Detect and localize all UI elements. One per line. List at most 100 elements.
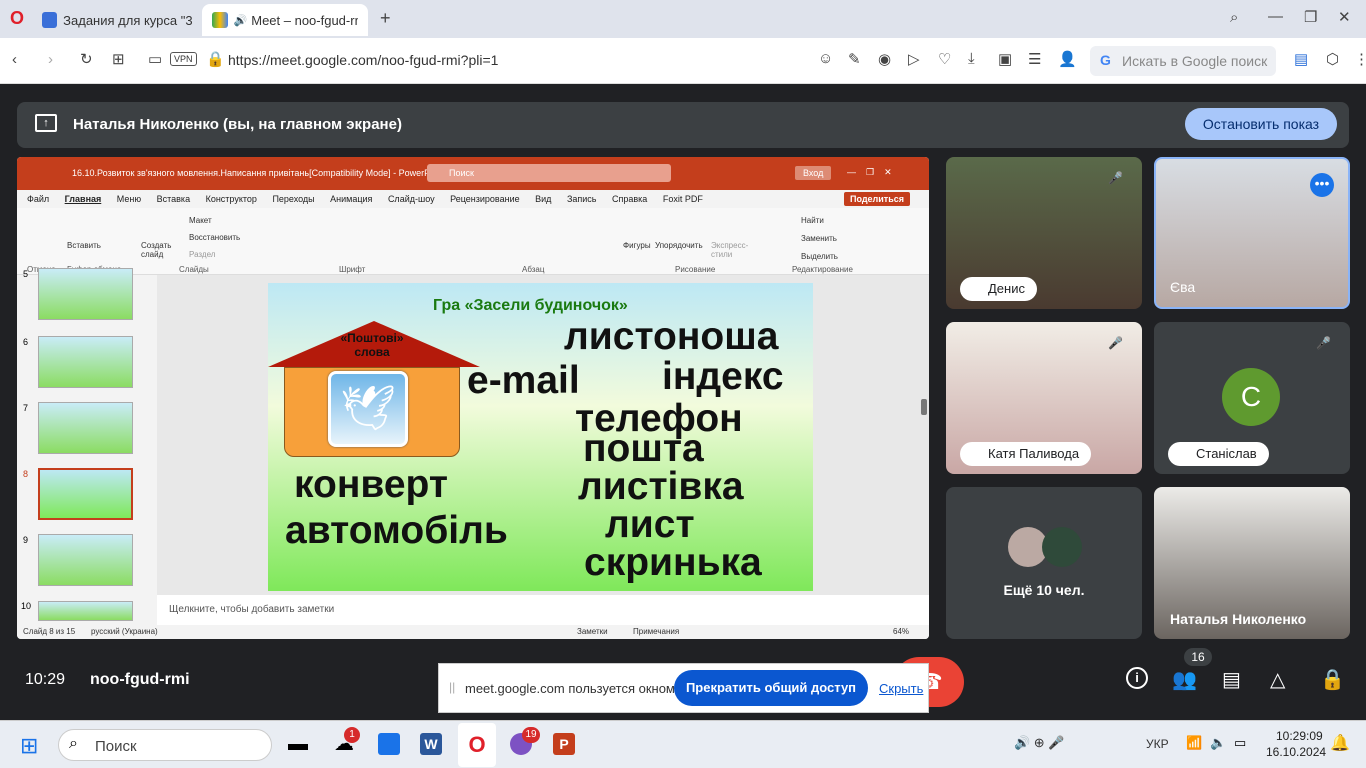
emoji-icon[interactable]: ☺ — [818, 50, 833, 67]
layout-button[interactable]: Макет — [189, 216, 212, 225]
new-tab-icon[interactable]: + — [380, 8, 391, 29]
network-icon[interactable]: 📶 — [1186, 735, 1202, 751]
more-participants-tile[interactable]: Ещё 10 чел. — [946, 487, 1142, 639]
ppt-search[interactable]: Поиск — [427, 164, 671, 182]
google-search-input[interactable]: G Искать в Google поиск — [1090, 46, 1276, 76]
slide-thumb-9[interactable] — [38, 534, 133, 586]
stop-sharing-button[interactable]: Прекратить общий доступ — [674, 670, 868, 706]
file-explorer-icon[interactable]: ▬ — [288, 733, 308, 756]
activities-icon[interactable]: △ — [1270, 667, 1285, 692]
status-comments-button[interactable]: Примечания — [633, 627, 679, 636]
volume-icon[interactable]: 🔈 — [1210, 735, 1226, 751]
menu-help[interactable]: Справка — [612, 194, 647, 204]
notifications-icon[interactable]: 🔔 — [1330, 733, 1350, 753]
cube-icon[interactable]: ⬡ — [1326, 50, 1339, 68]
ppt-window-controls[interactable]: — ❐ ✕ — [847, 167, 892, 178]
menu-review[interactable]: Рецензирование — [450, 194, 520, 204]
tab-search-icon[interactable]: ⌕ — [1230, 9, 1238, 26]
snapshot-icon[interactable]: ◉ — [878, 50, 891, 68]
tray-time[interactable]: 10:29:09 — [1276, 729, 1323, 743]
minimize-icon[interactable]: — — [1268, 8, 1283, 25]
play-icon[interactable]: ▷ — [908, 50, 920, 68]
tabs-grid-icon[interactable]: ⊞ — [112, 50, 125, 68]
people-icon[interactable]: 👥 — [1172, 667, 1197, 692]
tab-meet[interactable]: 🔊 Meet – noo-fgud-rmi — [202, 4, 368, 36]
vertical-scrollbar[interactable] — [921, 399, 927, 415]
find-button[interactable]: Найти — [801, 216, 824, 225]
vpn-badge[interactable]: VPN — [170, 52, 197, 66]
hide-link[interactable]: Скрыть — [879, 681, 923, 696]
thumb-number: 6 — [23, 337, 29, 347]
paste-button[interactable]: Вставить — [67, 241, 101, 250]
stop-presenting-button[interactable]: Остановить показ — [1185, 108, 1337, 140]
tab-classroom[interactable]: Задания для курса "3 кл — [32, 4, 202, 36]
participant-tile[interactable]: 🎤 С Станіслав — [1154, 322, 1350, 474]
maximize-icon[interactable]: ❐ — [1304, 8, 1317, 26]
reset-button[interactable]: Восстановить — [189, 233, 240, 242]
keyboard-language[interactable]: УКР — [1146, 737, 1169, 751]
menu-insert[interactable]: Вставка — [157, 194, 190, 204]
tray-date[interactable]: 16.10.2024 — [1266, 745, 1326, 759]
back-icon[interactable]: ‹ — [12, 51, 17, 68]
participant-tile[interactable]: ••• Єва — [1154, 157, 1350, 309]
ppt-login[interactable]: Вход — [795, 166, 832, 180]
close-icon[interactable]: ✕ — [1338, 8, 1351, 26]
slide-thumb-6[interactable] — [38, 336, 133, 388]
more-icon[interactable]: ⋮ — [1354, 50, 1366, 68]
menu-record[interactable]: Запись — [567, 194, 597, 204]
store-icon[interactable] — [378, 733, 400, 755]
menu-lines-icon[interactable]: ☰ — [1028, 50, 1041, 68]
taskbar-search[interactable]: ⌕ Поиск — [58, 729, 272, 761]
slide-thumb-5[interactable] — [38, 268, 133, 320]
chat-icon[interactable]: ▤ — [1222, 667, 1241, 692]
heart-icon[interactable]: ♡ — [938, 50, 951, 68]
slide-thumb-8[interactable] — [38, 468, 133, 520]
replace-button[interactable]: Заменить — [801, 234, 837, 243]
menu-animation[interactable]: Анимация — [330, 194, 372, 204]
powerpoint-icon[interactable]: P — [553, 733, 575, 755]
arrange-button[interactable]: Упорядочить — [655, 241, 703, 250]
tray-icons[interactable]: 🔊 ⊕ 🎤 — [1014, 735, 1065, 751]
edit-icon[interactable]: ✎ — [848, 50, 861, 68]
slide-thumb-10[interactable] — [38, 601, 133, 621]
section-button[interactable]: Раздел — [189, 250, 215, 259]
forward-icon[interactable]: › — [48, 51, 53, 68]
participant-tile[interactable]: 🎤 Катя Паливода — [946, 322, 1142, 474]
participant-tile[interactable]: Наталья Николенко — [1154, 487, 1350, 639]
opera-taskbar-icon[interactable]: O — [458, 723, 496, 767]
more-options-icon[interactable]: ••• — [1310, 173, 1334, 197]
battery-icon[interactable]: ▭ — [1234, 735, 1246, 751]
info-icon[interactable]: i — [1126, 667, 1148, 689]
current-slide[interactable]: Гра «Засели будиночок» «Поштові» слова 🕊… — [268, 283, 813, 591]
menu-transitions[interactable]: Переходы — [272, 194, 314, 204]
download-icon[interactable]: ⤓ — [968, 50, 975, 67]
menu-foxit[interactable]: Foxit PDF — [663, 194, 703, 204]
new-slide-button[interactable]: Создать слайд — [141, 241, 171, 259]
profile-icon[interactable]: 👤 — [1058, 50, 1077, 68]
menu-view[interactable]: Вид — [535, 194, 551, 204]
status-notes-button[interactable]: Заметки — [577, 627, 608, 636]
select-button[interactable]: Выделить — [801, 252, 838, 261]
quick-styles-button[interactable]: Экспресс-стили — [711, 241, 748, 259]
slide-thumb-7[interactable] — [38, 402, 133, 454]
menu-menu[interactable]: Меню — [117, 194, 141, 204]
wallet-icon[interactable]: ▣ — [998, 50, 1012, 68]
shapes-button[interactable]: Фигуры — [623, 241, 651, 250]
zoom-level[interactable]: 64% — [893, 627, 909, 636]
menu-file[interactable]: Файл — [27, 194, 49, 204]
menu-home[interactable]: Главная — [65, 194, 102, 204]
ppt-share-button[interactable]: Поделиться — [843, 192, 910, 206]
sidebar-icon[interactable]: ▤ — [1294, 50, 1308, 68]
host-controls-icon[interactable]: 🔒 — [1320, 667, 1345, 692]
word-icon[interactable]: W — [420, 733, 442, 755]
drag-handle-icon[interactable]: || — [449, 680, 455, 694]
camera-icon[interactable]: ▭ — [148, 50, 162, 68]
url-field[interactable]: https://meet.google.com/noo-fgud-rmi?pli… — [228, 52, 498, 68]
menu-slideshow[interactable]: Слайд-шоу — [388, 194, 435, 204]
menu-design[interactable]: Конструктор — [206, 194, 257, 204]
notes-field[interactable]: Щелкните, чтобы добавить заметки — [157, 595, 929, 625]
opera-logo-icon[interactable]: O — [10, 8, 24, 29]
reload-icon[interactable]: ↻ — [80, 50, 93, 68]
start-icon[interactable]: ⊞ — [20, 733, 38, 759]
participant-tile[interactable]: 🎤 Денис — [946, 157, 1142, 309]
